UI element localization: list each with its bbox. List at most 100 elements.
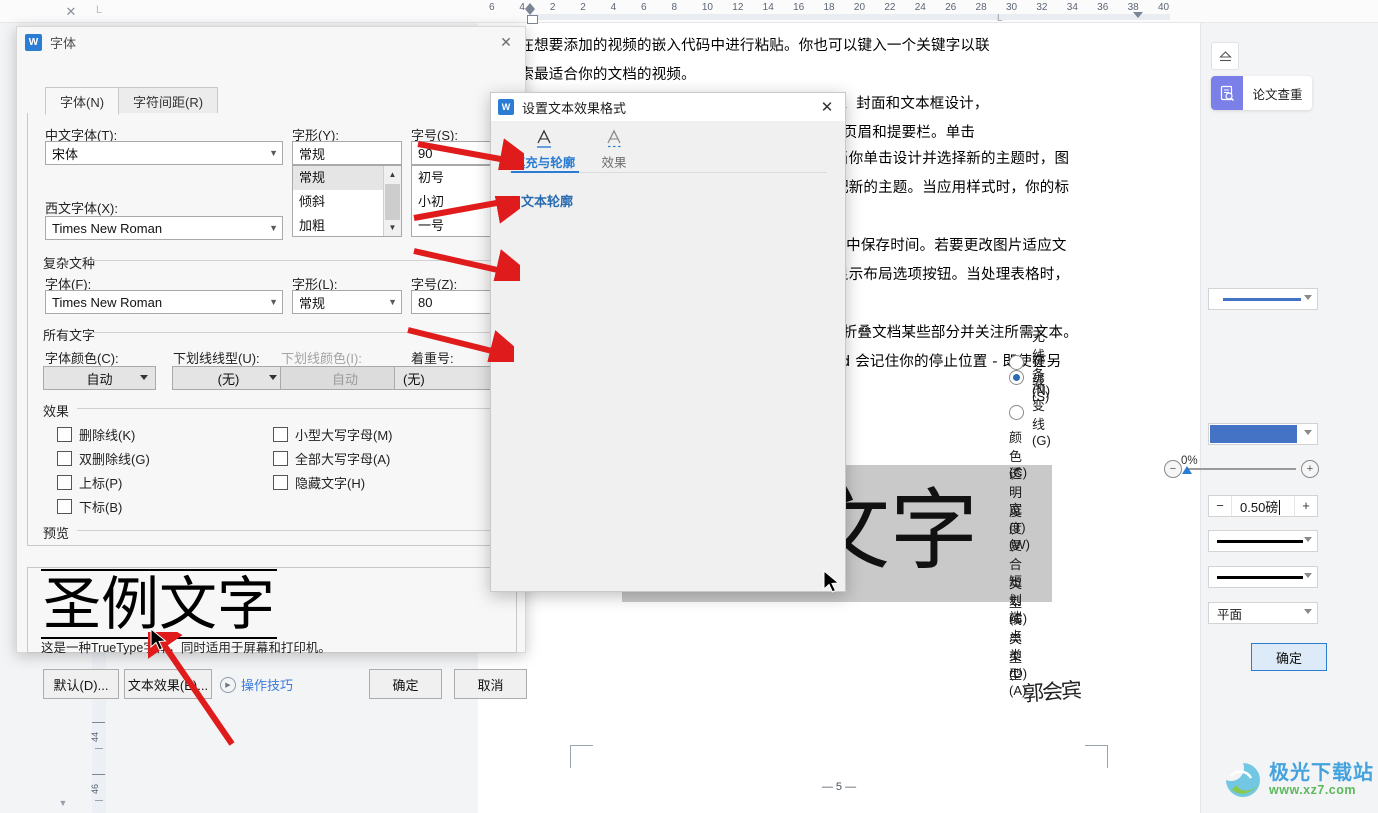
tab-stop-selector[interactable]: L xyxy=(96,4,102,16)
width-value[interactable]: 0.50磅 xyxy=(1232,497,1294,516)
chevron-expand-icon[interactable] xyxy=(506,194,518,207)
checkbox-subscript[interactable]: 下标(B) xyxy=(57,497,122,516)
complex-style-input[interactable]: 常规 ▼ xyxy=(292,290,402,314)
text-effect-format-dialog[interactable]: W 设置文本效果格式 ✕ 填充与轮廓 效果 文本轮廓 无线条(N) 实线(S) … xyxy=(490,92,1327,698)
left-indent-box[interactable] xyxy=(527,15,538,24)
slider-track[interactable] xyxy=(1187,468,1296,470)
checkbox-box[interactable] xyxy=(273,451,288,466)
chinese-font-input[interactable]: 宋体 ▼ xyxy=(45,141,283,165)
color-swatch xyxy=(1210,425,1297,443)
chevron-down-icon[interactable] xyxy=(1304,609,1312,614)
ruler-tick: 2 xyxy=(549,2,556,13)
paper-check-button[interactable]: 论文查重 xyxy=(1211,76,1312,110)
ruler-tick: 26 xyxy=(945,2,957,13)
scrollbar[interactable]: ▲ ▼ xyxy=(383,166,401,236)
chevron-down-icon[interactable]: ▼ xyxy=(269,291,278,313)
checkbox-label: 全部大写字母(A) xyxy=(295,452,391,467)
decrease-button[interactable]: − xyxy=(1209,496,1232,516)
checkbox-box[interactable] xyxy=(273,427,288,442)
checkbox-box[interactable] xyxy=(273,475,288,490)
underline-style-value: (无) xyxy=(217,371,240,387)
font-dialog-titlebar[interactable]: W 字体 ✕ xyxy=(17,27,525,57)
slider-thumb[interactable] xyxy=(1182,466,1192,474)
scroll-down-arrow[interactable]: ▼ xyxy=(55,796,71,810)
tab-fill-and-outline[interactable]: 填充与轮廓 xyxy=(509,125,579,171)
page-crop-mark-left xyxy=(570,745,593,768)
font-style-input[interactable]: 常规 xyxy=(292,141,402,165)
outline-color-select[interactable] xyxy=(1208,423,1318,445)
radio-button[interactable] xyxy=(1009,404,1024,420)
outline-preview-select[interactable] xyxy=(1208,288,1318,310)
tab-effects[interactable]: 效果 xyxy=(579,125,649,171)
ruler-tick: 30 xyxy=(1005,2,1018,13)
increase-icon[interactable]: + xyxy=(1301,460,1319,478)
horizontal-ruler[interactable]: 6 4 2 2 4 6 8 10 12 14 16 18 20 22 24 26 28 30 32 34 36 38 40 … xyxy=(0,0,1378,24)
a-underline-icon xyxy=(509,125,579,151)
scroll-up-arrow[interactable]: ▲ xyxy=(384,166,401,183)
text-outline-section-header[interactable]: 文本轮廓 xyxy=(506,191,573,210)
checkbox-superscript[interactable]: 上标(P) xyxy=(57,473,122,492)
close-icon[interactable]: ✕ xyxy=(493,30,519,54)
chevron-down-icon[interactable] xyxy=(1304,573,1312,578)
dash-type-select[interactable] xyxy=(1208,566,1318,588)
underline-style-label: 下划线线型(U): xyxy=(173,351,260,366)
group-divider xyxy=(77,408,499,409)
ruler-tick: 22 xyxy=(884,2,896,13)
font-style-listbox[interactable]: 常规 倾斜 加粗 ▲ ▼ xyxy=(292,165,402,237)
cancel-button[interactable]: 取消 xyxy=(454,669,527,699)
chevron-down-icon[interactable]: ▼ xyxy=(388,291,397,313)
ruler-mark xyxy=(95,800,103,801)
chevron-down-icon[interactable] xyxy=(140,375,148,380)
eject-icon[interactable] xyxy=(1211,42,1239,70)
fx-ok-button[interactable]: 确定 xyxy=(1251,643,1327,671)
scroll-down-arrow[interactable]: ▼ xyxy=(384,219,401,236)
watermark-title: 极光下载站 xyxy=(1269,761,1374,784)
text-effects-button[interactable]: 文本效果(E)... xyxy=(124,669,212,699)
operation-tips-link[interactable]: ▶ 操作技巧 xyxy=(220,675,293,694)
emphasis-mark-label: 着重号: xyxy=(411,351,454,366)
handwritten-signature: 郭会宾 xyxy=(1022,678,1081,706)
checkbox-strikethrough[interactable]: 删除线(K) xyxy=(57,425,135,444)
underline-style-select[interactable]: (无) xyxy=(172,366,285,390)
font-dialog[interactable]: W 字体 ✕ 字体(N) 字符间距(R) 中文字体(T): 宋体 ▼ 字形(Y)… xyxy=(16,26,527,699)
tab-character-spacing[interactable]: 字符间距(R) xyxy=(118,87,219,114)
checkbox-box[interactable] xyxy=(57,427,72,442)
compound-type-select[interactable] xyxy=(1208,530,1318,552)
chinese-font-value: 宋体 xyxy=(52,146,79,162)
checkbox-double-strikethrough[interactable]: 双删除线(G) xyxy=(57,449,150,468)
increase-button[interactable]: + xyxy=(1294,496,1317,516)
close-icon[interactable]: ✕ xyxy=(813,94,841,120)
scrollbar-thumb[interactable] xyxy=(385,184,400,220)
western-font-input[interactable]: Times New Roman ▼ xyxy=(45,216,283,240)
chevron-down-icon[interactable] xyxy=(1304,430,1312,435)
outline-width-stepper[interactable]: − 0.50磅 + xyxy=(1208,495,1318,517)
tab-stop-marker[interactable]: L xyxy=(997,13,1003,24)
cap-type-select[interactable]: 平面 xyxy=(1208,602,1318,624)
default-button[interactable]: 默认(D)... xyxy=(43,669,119,699)
font-color-select[interactable]: 自动 xyxy=(43,366,156,390)
chevron-down-icon[interactable]: ▼ xyxy=(269,217,278,239)
close-icon[interactable]: ✕ xyxy=(60,4,82,20)
tab-font[interactable]: 字体(N) xyxy=(45,87,120,115)
font-dialog-tabs: 字体(N) 字符间距(R) xyxy=(45,87,219,115)
chevron-down-icon[interactable] xyxy=(1304,537,1312,542)
ruler-tick: 16 xyxy=(793,2,805,13)
checkbox-label: 隐藏文字(H) xyxy=(295,476,366,491)
complex-font-input[interactable]: Times New Roman ▼ xyxy=(45,290,283,314)
chevron-down-icon[interactable]: ▼ xyxy=(269,142,278,164)
doc-paragraph: 机搜索最适合你的文档的视频。 xyxy=(490,67,696,83)
western-font-label: 西文字体(X): xyxy=(45,201,118,216)
tab-label: 填充与轮廓 xyxy=(512,156,576,170)
checkbox-box[interactable] xyxy=(57,475,72,490)
checkbox-all-caps[interactable]: 全部大写字母(A) xyxy=(273,449,390,468)
checkbox-box[interactable] xyxy=(57,499,72,514)
decrease-icon[interactable]: − xyxy=(1164,460,1182,478)
checkbox-small-caps[interactable]: 小型大写字母(M) xyxy=(273,425,393,444)
right-indent-marker[interactable] xyxy=(1133,12,1143,18)
chevron-down-icon[interactable] xyxy=(269,375,277,380)
chevron-down-icon[interactable] xyxy=(1304,295,1312,300)
fx-dialog-titlebar[interactable]: W 设置文本效果格式 ✕ xyxy=(491,93,845,121)
ok-button[interactable]: 确定 xyxy=(369,669,442,699)
checkbox-box[interactable] xyxy=(57,451,72,466)
checkbox-hidden-text[interactable]: 隐藏文字(H) xyxy=(273,473,365,492)
